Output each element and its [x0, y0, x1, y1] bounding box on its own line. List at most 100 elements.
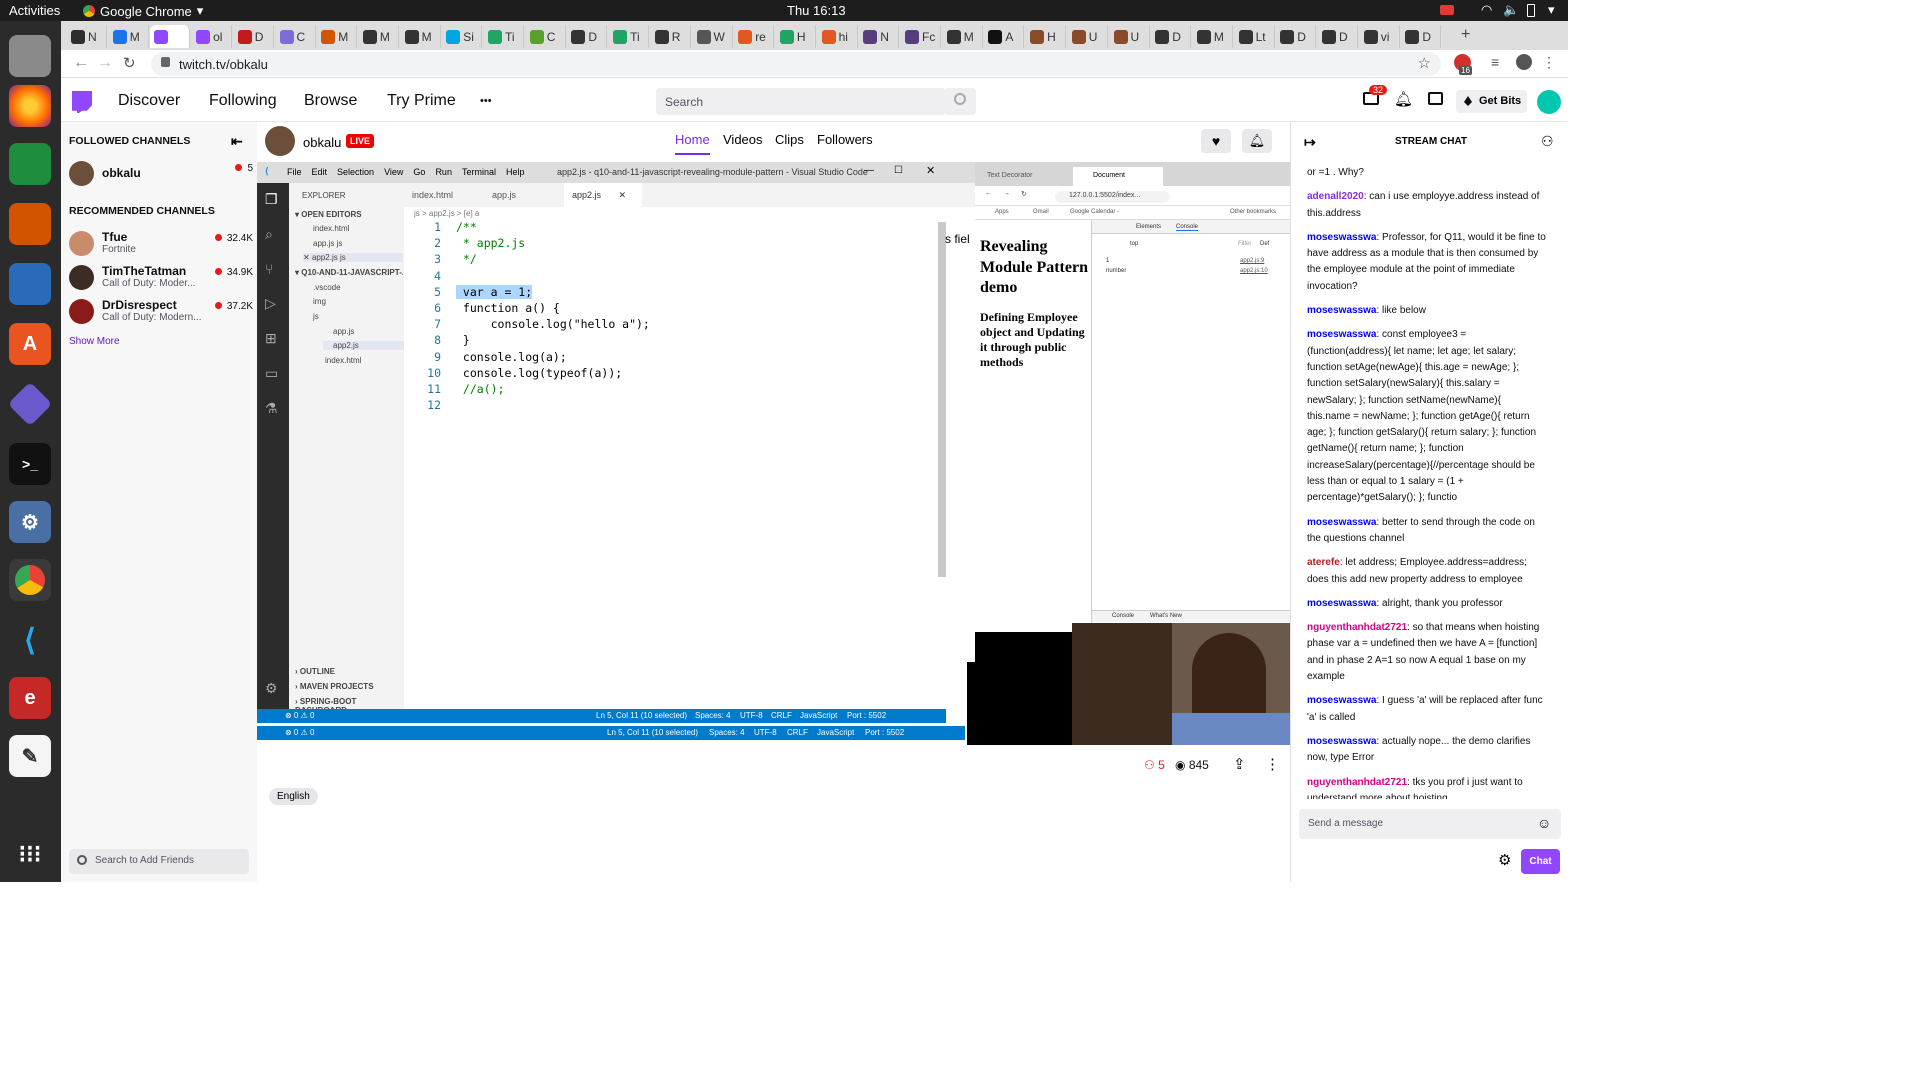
context-select[interactable]: top: [1130, 241, 1138, 247]
channel-item-tfue[interactable]: Tfue Fortnite 32.4K: [69, 229, 253, 259]
chat-username[interactable]: moseswasswa: [1307, 736, 1377, 747]
browser-tab[interactable]: U: [1110, 25, 1150, 48]
open-editor-item[interactable]: app.js js: [313, 239, 342, 248]
browser-tab[interactable]: Lt: [1235, 25, 1275, 48]
levels-select[interactable]: Def: [1260, 241, 1269, 247]
status-spaces[interactable]: Spaces: 4: [709, 728, 745, 737]
git-icon[interactable]: [7, 381, 53, 427]
forward-icon[interactable]: →: [1003, 190, 1010, 197]
chat-username[interactable]: moseswasswa: [1307, 598, 1377, 609]
status-eol[interactable]: CRLF: [771, 711, 792, 720]
gear-icon[interactable]: ⚙: [265, 680, 278, 697]
minimize-icon[interactable]: —: [864, 165, 874, 176]
tab-followers[interactable]: Followers: [817, 132, 873, 147]
chat-username[interactable]: moseswasswa: [1307, 305, 1377, 316]
tree-item[interactable]: img: [313, 297, 326, 306]
bookmark-item[interactable]: Google Calendar -: [1070, 209, 1119, 215]
menu-item[interactable]: Edit: [312, 167, 328, 177]
browser-tab[interactable]: M: [1193, 25, 1233, 48]
reload-icon[interactable]: ↻: [123, 54, 136, 72]
browser-tab[interactable]: U: [1068, 25, 1108, 48]
app-menu[interactable]: Google Chrome ▾: [83, 3, 203, 19]
collapse-chat-icon[interactable]: ↦: [1304, 134, 1316, 151]
browser-tab[interactable]: D: [1318, 25, 1358, 48]
chat-username[interactable]: moseswasswa: [1307, 232, 1377, 243]
remote-icon[interactable]: ▭: [265, 365, 278, 382]
tab-clips[interactable]: Clips: [775, 132, 804, 147]
tab-index-html[interactable]: index.html: [412, 190, 453, 200]
status-position[interactable]: Ln 5, Col 11 (10 selected): [596, 711, 687, 720]
filter-input[interactable]: Filter: [1238, 241, 1251, 247]
project-heading[interactable]: ▾ Q10-AND-11-JAVASCRIPT-...: [295, 268, 403, 277]
maven-section[interactable]: › MAVEN PROJECTS: [295, 682, 374, 691]
menu-item[interactable]: Selection: [337, 167, 374, 177]
wifi-icon[interactable]: ◠: [1481, 2, 1492, 18]
browser-tab[interactable]: M: [317, 25, 358, 48]
browser-tab[interactable]: D: [1401, 25, 1442, 48]
tree-item-active[interactable]: app2.js: [323, 341, 404, 350]
settings-icon[interactable]: ⚙: [9, 501, 51, 543]
open-editor-item[interactable]: index.html: [313, 224, 349, 233]
menu-item[interactable]: Help: [506, 167, 525, 177]
files-icon[interactable]: [9, 35, 51, 77]
browser-tab[interactable]: ol: [192, 25, 233, 48]
search-icon[interactable]: ⌕: [265, 226, 273, 243]
status-port[interactable]: Port : 5502: [865, 728, 904, 737]
avatar[interactable]: [265, 126, 295, 156]
calc-icon[interactable]: [9, 143, 51, 185]
tree-item[interactable]: js: [313, 312, 319, 321]
run-debug-icon[interactable]: ▷: [265, 295, 276, 312]
users-icon[interactable]: ⚇: [1541, 133, 1554, 150]
browser-tab[interactable]: Si: [442, 25, 483, 48]
status-spaces[interactable]: Spaces: 4: [695, 711, 731, 720]
share-icon[interactable]: ⇪: [1233, 755, 1246, 773]
back-icon[interactable]: ←: [985, 190, 992, 197]
nav-try-prime[interactable]: Try Prime: [387, 92, 456, 110]
browser-tab[interactable]: vi: [1360, 25, 1400, 48]
gear-icon[interactable]: ⚙: [1498, 851, 1511, 869]
reload-icon[interactable]: ↻: [1021, 190, 1027, 198]
chat-send-button[interactable]: Chat: [1521, 849, 1560, 874]
back-icon[interactable]: ←: [73, 54, 89, 72]
firefox-icon[interactable]: [9, 85, 51, 127]
browser-tab[interactable]: D: [1151, 25, 1192, 48]
code-editor[interactable]: 1/** 2 * app2.js 3 */4 5 var a = 1; 6 functi…: [404, 220, 944, 520]
bookmark-item[interactable]: Apps: [995, 209, 1009, 215]
inner-tab[interactable]: Text Decorator: [987, 172, 1033, 179]
chrome-icon[interactable]: [9, 559, 51, 601]
vscode-icon[interactable]: ⟨: [9, 619, 51, 661]
reader-icon[interactable]: e: [9, 677, 51, 719]
search-friends-input[interactable]: Search to Add Friends: [69, 849, 249, 874]
whispers-icon[interactable]: [1428, 92, 1443, 105]
close-icon[interactable]: ✕: [619, 190, 627, 200]
browser-tab[interactable]: M: [401, 25, 441, 48]
chat-username[interactable]: moseswasswa: [1307, 695, 1377, 706]
browser-tab[interactable]: D: [1276, 25, 1317, 48]
files-icon[interactable]: ❐: [265, 191, 278, 208]
chat-username[interactable]: nguyenthanhdat2721: [1307, 622, 1407, 633]
testing-icon[interactable]: ⚗: [265, 400, 278, 417]
address-bar[interactable]: twitch.tv/obkalu ☆: [151, 52, 1441, 76]
tab-app2-js[interactable]: app2.js ✕: [564, 183, 642, 207]
browser-tab[interactable]: A: [984, 25, 1025, 48]
open-editors-heading[interactable]: ▾ OPEN EDITORS: [295, 210, 362, 219]
chat-username[interactable]: aterefe: [1307, 557, 1340, 568]
status-port[interactable]: Port : 5502: [847, 711, 886, 720]
media-icon[interactable]: ≡: [1491, 54, 1499, 70]
chat-username[interactable]: adenall2020: [1307, 191, 1364, 202]
search-input[interactable]: Search: [656, 88, 946, 115]
search-button[interactable]: [946, 88, 976, 115]
browser-tab[interactable]: D: [234, 25, 274, 48]
nav-browse[interactable]: Browse: [304, 92, 357, 110]
app-grid-icon[interactable]: ⁝⁝⁝: [9, 833, 51, 875]
writer-icon[interactable]: [9, 263, 51, 305]
browser-tab[interactable]: N: [67, 25, 107, 48]
menu-item[interactable]: Run: [435, 167, 452, 177]
twitch-logo-icon[interactable]: [72, 91, 92, 113]
bookmark-item[interactable]: Gmail: [1033, 209, 1049, 215]
browser-tab[interactable]: Ti: [484, 25, 524, 48]
software-icon[interactable]: A: [9, 323, 51, 365]
tab-home[interactable]: Home: [675, 132, 710, 155]
browser-tab[interactable]: Fc: [901, 25, 941, 48]
browser-tab[interactable]: C: [526, 25, 566, 48]
